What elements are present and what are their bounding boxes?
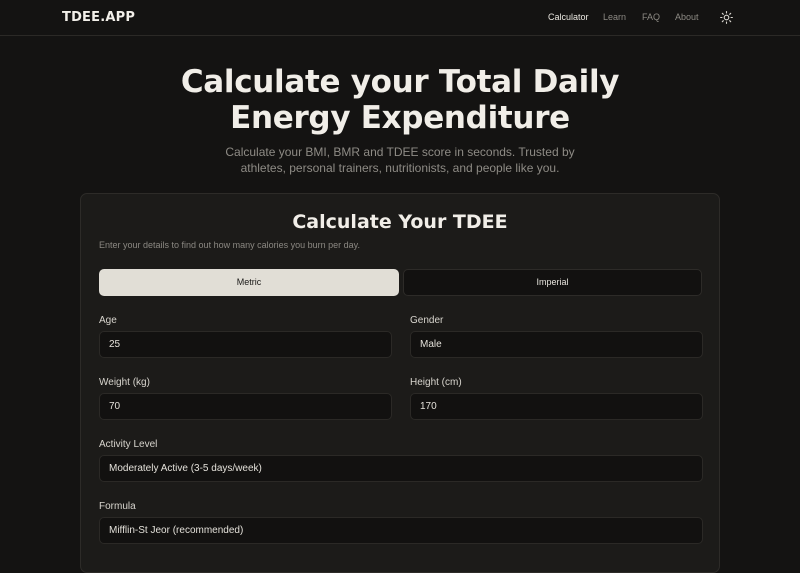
- formula-select[interactable]: Mifflin-St Jeor (recommended): [99, 517, 703, 544]
- activity-level-select[interactable]: Moderately Active (3-5 days/week): [99, 455, 703, 482]
- formula-label: Formula: [99, 501, 136, 512]
- tdee-calculator-card: Calculate Your TDEE Enter your details t…: [80, 193, 720, 573]
- top-navbar: TDEE.APP Calculator Learn FAQ About: [0, 0, 800, 36]
- hero-subtitle-line-2: athletes, personal trainers, nutritionis…: [240, 161, 560, 175]
- nav-link-about[interactable]: About: [675, 12, 699, 22]
- height-label: Height (cm): [410, 377, 462, 388]
- hero-subtitle-line-1: Calculate your BMI, BMR and TDEE score i…: [225, 145, 575, 159]
- gender-label: Gender: [410, 315, 444, 326]
- hero-subtitle: Calculate your BMI, BMR and TDEE score i…: [200, 144, 600, 176]
- activity-level-label: Activity Level: [99, 439, 158, 450]
- brand-logo[interactable]: TDEE.APP: [62, 10, 135, 25]
- card-description: Enter your details to find out how many …: [99, 240, 360, 250]
- height-input[interactable]: 170: [410, 393, 703, 420]
- card-title: Calculate Your TDEE: [292, 211, 508, 233]
- theme-toggle-button[interactable]: [719, 10, 734, 25]
- weight-input[interactable]: 70: [99, 393, 392, 420]
- imperial-toggle-button[interactable]: Imperial: [403, 269, 702, 296]
- weight-label: Weight (kg): [99, 377, 150, 388]
- age-label: Age: [99, 315, 117, 326]
- hero-title-line-2: Energy Expenditure: [230, 100, 570, 136]
- age-input[interactable]: 25: [99, 331, 392, 358]
- nav-link-calculator[interactable]: Calculator: [548, 12, 589, 22]
- nav-link-learn[interactable]: Learn: [603, 12, 626, 22]
- hero-title-line-1: Calculate your Total Daily: [180, 64, 620, 100]
- nav-link-faq[interactable]: FAQ: [642, 12, 660, 22]
- metric-toggle-button[interactable]: Metric: [99, 269, 399, 296]
- sun-icon: [720, 11, 733, 24]
- gender-select[interactable]: Male: [410, 331, 703, 358]
- hero-title: Calculate your Total Daily Energy Expend…: [100, 64, 700, 136]
